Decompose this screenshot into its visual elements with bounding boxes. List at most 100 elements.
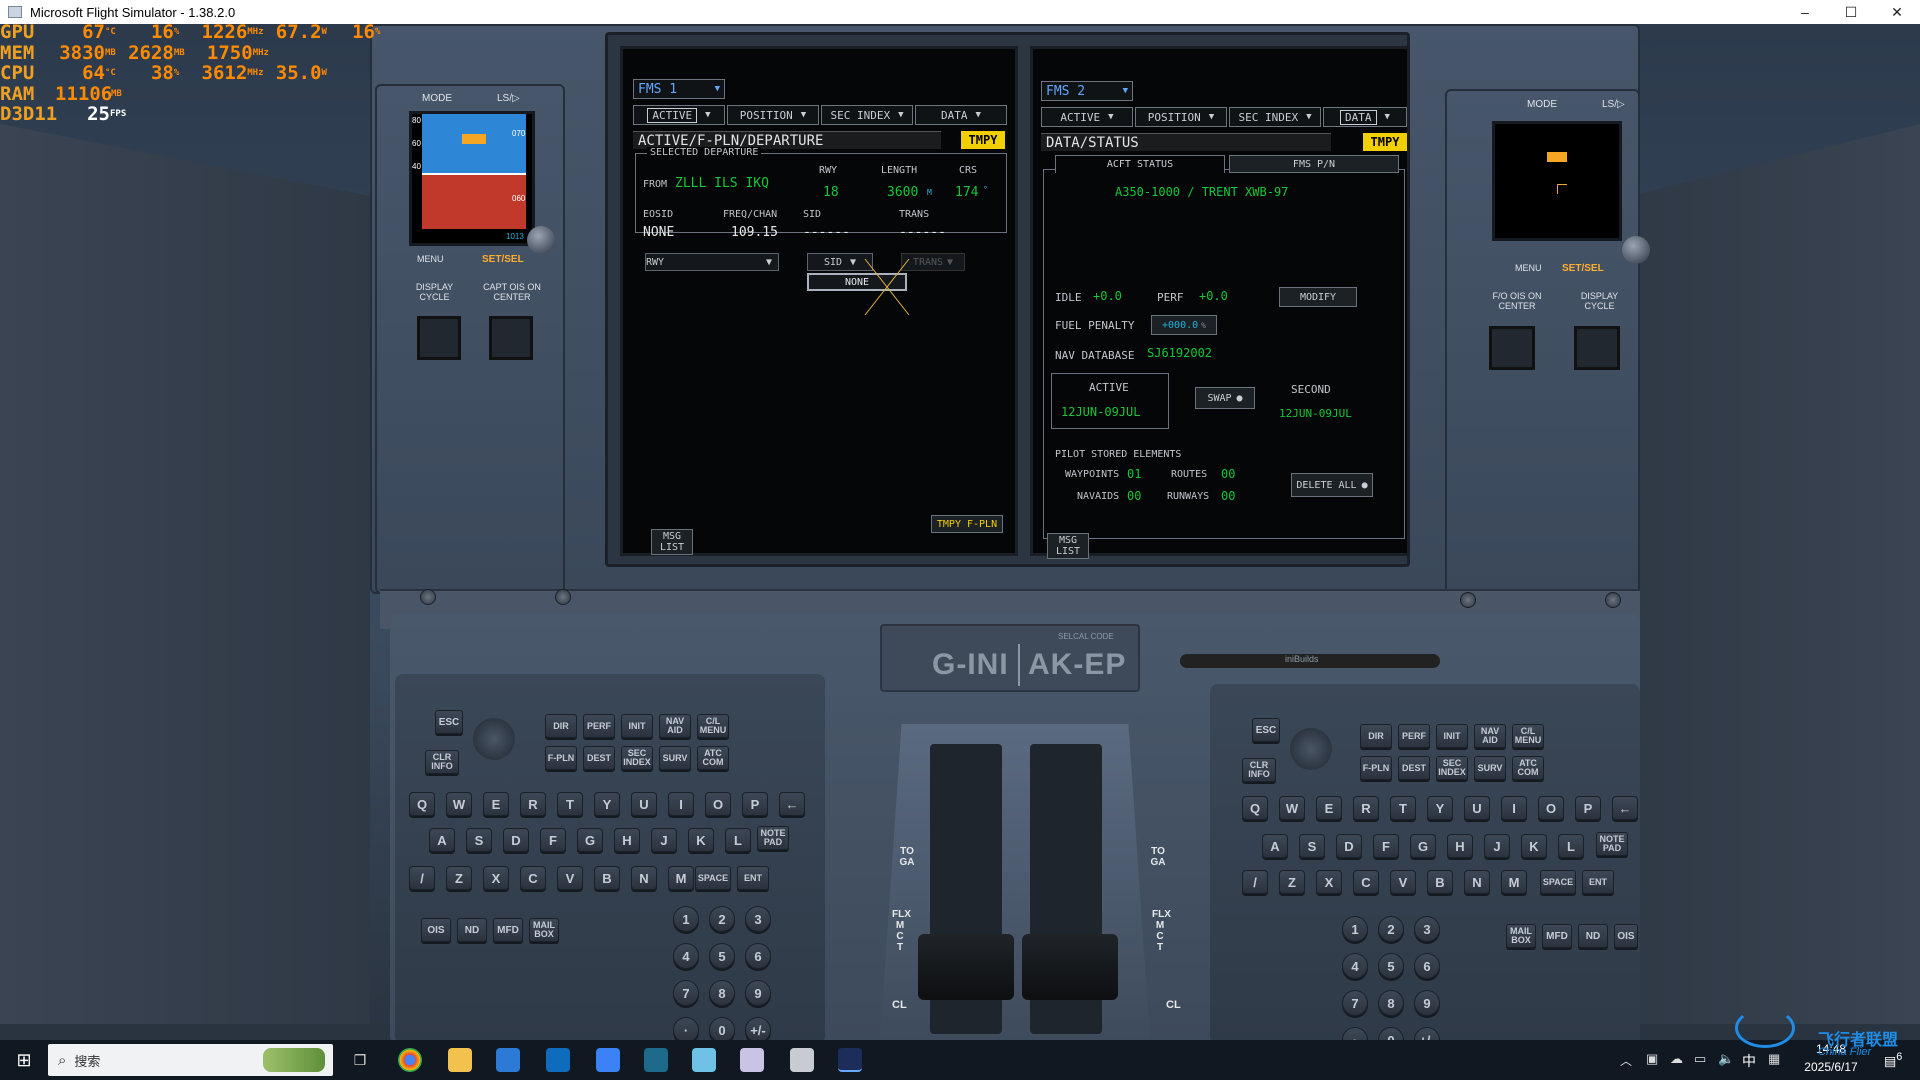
esc-key-right[interactable]: ESC [1252,718,1280,742]
tray-device-icon[interactable]: ▣ [1646,1051,1658,1067]
app-icon-pc[interactable] [790,1048,814,1072]
tmpy-fpln-button[interactable]: TMPY F-PLN [931,515,1003,533]
right-key-q-5[interactable]: Y [1427,796,1453,820]
digit-key-1[interactable]: 2 [709,906,735,932]
start-button[interactable]: ⊞ [12,1048,36,1072]
notification-center-icon[interactable]: ▤6 [1884,1051,1902,1069]
digit-key-5[interactable]: 6 [1414,953,1440,979]
left-key-q-6[interactable]: U [631,792,657,816]
space-key-right[interactable]: SPACE [1540,870,1576,894]
key-init-right[interactable]: INIT [1436,724,1468,748]
right-key-z-2[interactable]: X [1316,870,1342,894]
digit-key-2[interactable]: 3 [1414,916,1440,942]
mfd-key-right[interactable]: MFD [1542,924,1572,948]
right-key-a-0[interactable]: A [1262,834,1288,858]
note-pad-key-right[interactable]: NOTE PAD [1596,832,1628,856]
right-key-a-5[interactable]: H [1447,834,1473,858]
task-view-icon[interactable]: ❐ [348,1048,372,1072]
space-key[interactable]: SPACE [695,866,731,890]
key-init[interactable]: INIT [621,714,653,738]
right-key-z-7[interactable]: M [1501,870,1527,894]
digit-key-6[interactable]: 7 [1342,990,1368,1016]
digit-key-5[interactable]: 6 [745,943,771,969]
app-icon-bird[interactable] [596,1048,620,1072]
tray-onedrive-icon[interactable]: ☁ [1670,1051,1683,1067]
clr-info-key-right[interactable]: CLR INFO [1242,758,1276,782]
left-key-q-2[interactable]: E [483,792,509,816]
key-perf[interactable]: PERF [583,714,615,738]
digit-key-2[interactable]: 3 [745,906,771,932]
fms1-tab-sec-index[interactable]: SEC INDEX ▼ [821,105,913,125]
key-sec-index[interactable]: SEC INDEX [621,746,653,770]
left-key-a-8[interactable]: L [725,828,751,852]
left-key-z-2[interactable]: X [483,866,509,890]
key-atc-com-right[interactable]: ATC COM [1512,756,1544,780]
right-key-a-4[interactable]: G [1410,834,1436,858]
left-key-z-4[interactable]: V [557,866,583,890]
tray-keyboard-icon[interactable]: ▦ [1768,1051,1780,1067]
left-key-z-5[interactable]: B [594,866,620,890]
left-key-a-0[interactable]: A [429,828,455,852]
ent-key[interactable]: ENT [737,866,769,890]
fms1-tab-position[interactable]: POSITION ▼ [727,105,819,125]
left-key-q-9[interactable]: P [742,792,768,816]
delete-all-button[interactable]: DELETE ALL ● [1291,473,1373,497]
app-icon-editor[interactable] [740,1048,764,1072]
right-key-a-8[interactable]: L [1558,834,1584,858]
right-key-q-10[interactable]: ← [1612,796,1638,820]
left-key-q-0[interactable]: Q [409,792,435,816]
tray-volume-icon[interactable]: 🔈 [1718,1051,1734,1067]
left-key-q-7[interactable]: I [668,792,694,816]
digit-key-4[interactable]: 5 [1378,953,1404,979]
fms1-msg-list-button[interactable]: MSG LIST [651,529,693,555]
key-fpln-right[interactable]: F-PLN [1360,756,1392,780]
ime-indicator[interactable]: 中 [1742,1051,1756,1071]
key-dest[interactable]: DEST [583,746,615,770]
right-key-a-3[interactable]: F [1373,834,1399,858]
tab-fms-pn[interactable]: FMS P/N [1229,155,1399,173]
right-key-q-0[interactable]: Q [1242,796,1268,820]
store-icon[interactable] [496,1048,520,1072]
right-key-a-2[interactable]: D [1336,834,1362,858]
right-key-q-7[interactable]: I [1501,796,1527,820]
right-key-z-5[interactable]: B [1427,870,1453,894]
left-key-a-7[interactable]: K [688,828,714,852]
pfd-knob[interactable] [527,226,555,254]
ois-key-left[interactable]: OIS [421,918,451,942]
fo-ois-button[interactable] [1489,326,1535,370]
key-nav-aid-right[interactable]: NAV AID [1474,724,1506,748]
fms2-tab-active[interactable]: ACTIVE ▼ [1041,107,1133,127]
right-key-a-1[interactable]: S [1299,834,1325,858]
left-key-a-5[interactable]: H [614,828,640,852]
nd-key-right[interactable]: ND [1578,924,1608,948]
outlook-icon[interactable] [546,1048,570,1072]
thrust-lever-1[interactable] [918,934,1014,1000]
key-cl-menu-right[interactable]: C/L MENU [1512,724,1544,748]
thrust-lever-2[interactable] [1022,934,1118,1000]
key-nav-aid[interactable]: NAV AID [659,714,691,738]
tray-network-icon[interactable]: ▭ [1694,1051,1706,1067]
left-key-z-1[interactable]: Z [446,866,472,890]
left-key-a-3[interactable]: F [540,828,566,852]
modify-button[interactable]: MODIFY [1279,287,1357,307]
right-key-q-9[interactable]: P [1575,796,1601,820]
right-key-q-4[interactable]: T [1390,796,1416,820]
maximize-button[interactable]: ☐ [1828,0,1874,24]
left-key-a-4[interactable]: G [577,828,603,852]
minimize-button[interactable]: – [1782,0,1828,24]
display-cycle-button-right[interactable] [1574,326,1620,370]
digit-key-8[interactable]: 9 [745,980,771,1006]
close-button[interactable]: ✕ [1874,0,1920,24]
left-key-q-4[interactable]: T [557,792,583,816]
chrome-icon[interactable] [398,1048,422,1072]
left-key-a-1[interactable]: S [466,828,492,852]
key-surv[interactable]: SURV [659,746,691,770]
key-dir[interactable]: DIR [545,714,577,738]
digit-key-0[interactable]: 1 [673,906,699,932]
left-key-z-0[interactable]: / [409,866,435,890]
digit-key-4[interactable]: 5 [709,943,735,969]
ois-key-right[interactable]: OIS [1614,924,1638,948]
fo-knob[interactable] [1622,236,1650,264]
left-key-a-2[interactable]: D [503,828,529,852]
digit-key-7[interactable]: 8 [1378,990,1404,1016]
